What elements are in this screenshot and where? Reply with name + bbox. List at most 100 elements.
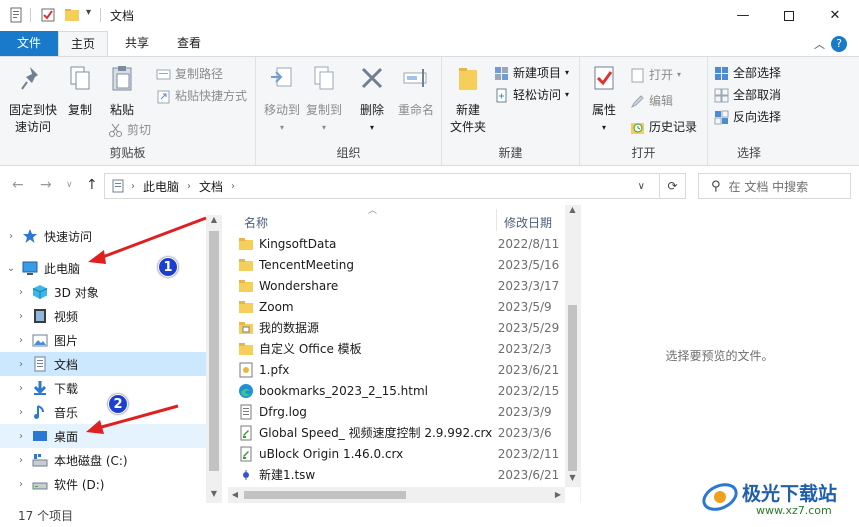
paste-button[interactable]: 粘贴 (104, 63, 140, 119)
file-row[interactable]: Global Speed_ 视频速度控制 2.9.992.crx 2023/3/6 (238, 422, 566, 443)
file-name: bookmarks_2023_2_15.html (259, 383, 429, 398)
breadcrumb-this-pc[interactable]: 此电脑 (143, 178, 179, 195)
file-row[interactable]: Dfrg.log 2023/3/9 (238, 401, 566, 422)
rename-button[interactable]: 重命名 (394, 63, 438, 119)
file-row[interactable]: TencentMeeting 2023/5/16 (238, 254, 566, 275)
file-row[interactable]: 1.pfx 2023/6/21 (238, 359, 566, 380)
pin-quick-access-button[interactable]: 固定到快 速访问 (6, 63, 60, 136)
paste-shortcut-button[interactable]: 粘贴快捷方式 (156, 86, 247, 106)
scroll-down-icon[interactable]: ▼ (206, 489, 222, 503)
copy-path-button[interactable]: 复制路径 (156, 64, 223, 84)
easy-access-icon (496, 88, 507, 102)
scroll-up-icon[interactable]: ▲ (565, 205, 580, 219)
move-to-button[interactable]: 移动到 ▾ (262, 63, 302, 136)
expand-chevron-icon[interactable]: › (16, 455, 26, 466)
refresh-icon[interactable]: ⟳ (659, 174, 685, 198)
file-row[interactable]: Zoom 2023/5/9 (238, 296, 566, 317)
nav-item-local-disk-c[interactable]: › 本地磁盘 (C:) (0, 448, 206, 472)
nav-item-quick-access[interactable]: › 快速访问 (0, 224, 206, 248)
expand-chevron-icon[interactable]: › (16, 335, 26, 346)
expand-chevron-icon[interactable]: › (16, 383, 26, 394)
expand-chevron-icon[interactable]: › (16, 407, 26, 418)
cut-button[interactable]: 剪切 (108, 120, 151, 140)
properties-button[interactable]: 属性 ▾ (586, 63, 622, 136)
file-row[interactable]: 我的数据源 2023/5/29 (238, 317, 566, 338)
column-header-date[interactable]: 修改日期 (504, 214, 552, 231)
expand-chevron-icon[interactable]: › (16, 479, 26, 490)
expand-chevron-icon[interactable]: › (16, 311, 26, 322)
maximize-button[interactable] (766, 0, 812, 31)
edit-button[interactable]: 编辑 (630, 91, 673, 111)
organize-group: 移动到 ▾ 复制到 ▾ 删除 ▾ 重命名 组织 (256, 57, 442, 165)
address-dropdown-icon[interactable]: ∨ (638, 181, 645, 192)
file-row[interactable]: 新建1.tsw 2023/6/21 (238, 464, 566, 485)
select-group: 全部选择 全部取消 反向选择 选择 (708, 57, 790, 165)
nav-item-pictures[interactable]: › 图片 (0, 328, 206, 352)
nav-item-documents[interactable]: › 文档 (0, 352, 206, 376)
nav-scroll-thumb[interactable] (209, 231, 219, 471)
ribbon-collapse-icon[interactable]: ︿ (814, 36, 825, 52)
column-divider[interactable] (496, 209, 497, 231)
delete-button[interactable]: 删除 ▾ (354, 63, 390, 136)
file-vertical-scrollbar[interactable]: ▲ ▼ (565, 205, 580, 487)
select-all-button[interactable]: 全部选择 (714, 63, 781, 83)
expand-chevron-icon[interactable]: › (16, 359, 26, 370)
nav-item-music[interactable]: › 音乐 (0, 400, 206, 424)
nav-item-downloads[interactable]: › 下载 (0, 376, 206, 400)
desktop-icon (33, 431, 47, 441)
expand-chevron-icon[interactable]: › (16, 287, 26, 298)
invert-selection-button[interactable]: 反向选择 (714, 107, 781, 127)
tab-file[interactable]: 文件 (0, 31, 58, 56)
nav-item-3d-objects[interactable]: › 3D 对象 (0, 280, 206, 304)
expand-chevron-icon[interactable]: › (16, 431, 26, 442)
nav-item-software-d[interactable]: › 软件 (D:) (0, 472, 206, 496)
nav-scrollbar[interactable]: ▲ ▼ (206, 215, 222, 503)
address-bar[interactable]: › 此电脑 › 文档 › ∨ ⟳ (104, 173, 686, 199)
qa-customize-icon[interactable]: ▾ (86, 7, 91, 18)
scroll-right-icon[interactable]: ▶ (551, 487, 565, 503)
column-header-name[interactable]: 名称 (244, 214, 268, 231)
new-folder-icon[interactable] (64, 7, 80, 23)
new-folder-button[interactable]: 新建 文件夹 (446, 63, 490, 136)
file-row[interactable]: KingsoftData 2022/8/11 (238, 233, 566, 254)
easy-access-button[interactable]: 轻松访问 ▾ (494, 85, 569, 105)
scroll-left-icon[interactable]: ◀ (228, 487, 242, 503)
open-button[interactable]: 打开 ▾ (630, 65, 681, 85)
select-all-label: 全部选择 (733, 66, 782, 80)
file-hscroll-thumb[interactable] (244, 491, 406, 499)
breadcrumb-documents[interactable]: 文档 (199, 178, 223, 195)
close-button[interactable]: ✕ (812, 0, 858, 31)
recent-locations-icon[interactable]: ∨ (66, 180, 73, 190)
nav-item-desktop[interactable]: › 桌面 (0, 424, 206, 448)
history-button[interactable]: 历史记录 (630, 117, 697, 137)
file-row[interactable]: Wondershare 2023/3/17 (238, 275, 566, 296)
tab-home[interactable]: 主页 (58, 31, 108, 56)
scroll-up-icon[interactable]: ▲ (206, 215, 222, 229)
file-scroll-thumb[interactable] (568, 305, 577, 471)
copy-button[interactable]: 复制 (62, 63, 98, 119)
tab-view[interactable]: 查看 (164, 31, 214, 56)
select-none-button[interactable]: 全部取消 (714, 85, 781, 105)
collapse-chevron-icon[interactable]: ⌄ (6, 263, 16, 274)
open-group: 属性 ▾ 打开 ▾ 编辑 历史记录 打开 (580, 57, 708, 165)
scroll-down-icon[interactable]: ▼ (565, 473, 580, 487)
tab-share[interactable]: 共享 (112, 31, 162, 56)
file-row[interactable]: 自定义 Office 模板 2023/2/3 (238, 338, 566, 359)
file-horizontal-scrollbar[interactable]: ◀ ▶ (228, 487, 565, 503)
file-row[interactable]: uBlock Origin 1.46.0.crx 2023/2/11 (238, 443, 566, 464)
up-arrow-icon[interactable]: ↑ (86, 177, 98, 193)
copy-to-button[interactable]: 复制到 ▾ (304, 63, 344, 136)
help-button[interactable]: ? (831, 36, 847, 52)
nav-item-videos[interactable]: › 视频 (0, 304, 206, 328)
forward-arrow-icon[interactable]: → (40, 177, 52, 193)
folder-icon (239, 300, 253, 313)
search-box[interactable]: ⚲ 在 文档 中搜索 (698, 173, 851, 199)
file-row[interactable]: bookmarks_2023_2_15.html 2023/2/15 (238, 380, 566, 401)
properties-icon[interactable] (8, 7, 24, 23)
checkmark-properties-icon[interactable] (40, 7, 56, 23)
minimize-button[interactable]: — (720, 0, 766, 31)
file-modified-date: 2023/6/21 (497, 362, 560, 377)
expand-chevron-icon[interactable]: › (6, 231, 16, 242)
back-arrow-icon[interactable]: ← (12, 177, 24, 193)
new-item-button[interactable]: 新建项目 ▾ (494, 63, 569, 83)
